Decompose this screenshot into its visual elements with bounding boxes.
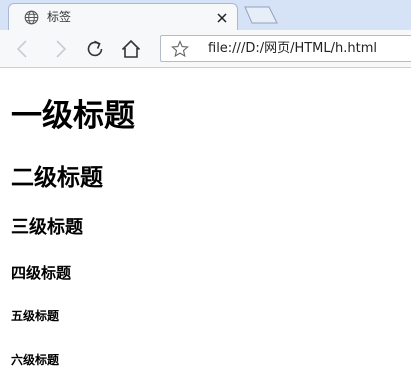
heading-level-4: 四级标题 [11,264,72,282]
globe-icon [24,10,39,25]
url-text[interactable]: file:///D:/网页/HTML/h.html [208,40,377,58]
close-icon[interactable] [215,10,229,24]
browser-tab[interactable]: 标签 [8,3,238,31]
heading-level-1: 一级标题 [11,98,135,134]
forward-arrow-icon[interactable] [49,38,71,60]
star-icon[interactable] [171,40,189,58]
address-bar[interactable]: file:///D:/网页/HTML/h.html [160,35,411,62]
heading-level-5: 五级标题 [11,309,60,323]
tab-title: 标签 [47,10,72,24]
heading-level-3: 三级标题 [11,217,83,238]
reload-icon[interactable] [84,38,106,60]
browser-toolbar: file:///D:/网页/HTML/h.html [0,30,411,68]
new-tab-button[interactable] [243,6,279,24]
tab-strip: 标签 [0,0,411,31]
home-icon[interactable] [120,38,142,60]
heading-level-2: 二级标题 [11,165,103,191]
page-content: 一级标题 二级标题 三级标题 四级标题 五级标题 六级标题 [0,68,411,374]
heading-level-6: 六级标题 [11,353,60,367]
back-arrow-icon[interactable] [12,38,34,60]
